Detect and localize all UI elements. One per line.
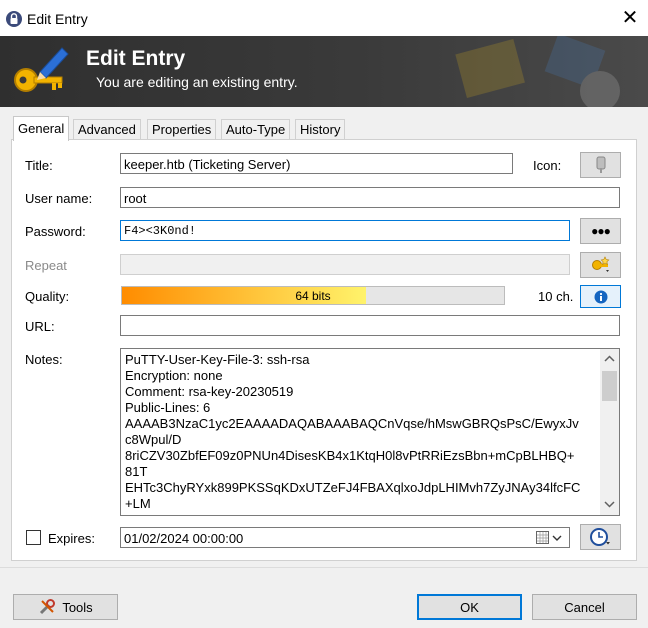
header-banner: Edit Entry You are editing an existing e… (0, 36, 648, 107)
notes-line: +LM (125, 496, 151, 511)
close-button[interactable]: ✕ (616, 4, 644, 32)
clock-icon (589, 528, 610, 546)
notes-line: PuTTY-User-Key-File-3: ssh-rsa (125, 352, 310, 367)
password-label: Password: (25, 224, 86, 239)
url-label: URL: (25, 319, 55, 334)
cancel-label: Cancel (564, 599, 605, 615)
password-field[interactable]: F4><3K0nd! (120, 220, 570, 241)
window-title: Edit Entry (27, 11, 88, 27)
entry-key-icon (596, 156, 605, 173)
banner-heading: Edit Entry (86, 47, 186, 70)
icon-picker-button[interactable] (580, 152, 621, 178)
repeat-label: Repeat (25, 258, 67, 273)
notes-line: c8Wpul/D (125, 432, 182, 447)
edit-key-icon (14, 47, 69, 92)
dots-icon: ●●● (591, 224, 611, 238)
calendar-dropdown-icon[interactable] (536, 531, 564, 545)
expiry-presets-button[interactable] (580, 524, 621, 550)
tab-history[interactable]: History (295, 119, 346, 140)
notes-label: Notes: (25, 352, 63, 367)
notes-line: 8riCZV30ZbfEF09z0PNUn4DisesKB4x1KtqH0l8v… (125, 448, 575, 463)
notes-scrollbar[interactable] (600, 349, 619, 515)
username-label: User name: (25, 191, 93, 206)
footer-separator (0, 567, 648, 568)
ok-button[interactable]: OK (417, 594, 522, 620)
title-label: Title: (25, 158, 53, 173)
password-generator-button[interactable] (580, 252, 621, 278)
notes-textarea[interactable]: PuTTY-User-Key-File-3: ssh-rsa Encryptio… (120, 348, 620, 516)
ok-label: OK (460, 599, 479, 615)
banner-subheading: You are editing an existing entry. (96, 74, 298, 90)
notes-line: Encryption: none (125, 368, 223, 383)
tools-icon (40, 599, 56, 615)
scrollbar-thumb[interactable] (602, 371, 617, 401)
notes-text: PuTTY-User-Key-File-3: ssh-rsa Encryptio… (125, 352, 597, 512)
notes-line: Comment: rsa-key-20230519 (125, 384, 294, 399)
repeat-password-field (120, 254, 570, 275)
tab-general[interactable]: General (13, 116, 70, 141)
generator-key-icon (591, 256, 609, 272)
tab-auto-type[interactable]: Auto-Type (221, 119, 291, 140)
expires-checkbox[interactable] (26, 530, 41, 545)
tools-label: Tools (62, 599, 93, 615)
banner-watermark-icon (455, 36, 620, 107)
toggle-password-visibility-button[interactable]: ●●● (580, 218, 621, 244)
scroll-up-icon[interactable] (604, 355, 615, 362)
icon-label: Icon: (533, 158, 562, 173)
title-field[interactable]: keeper.htb (Ticketing Server) (120, 153, 513, 174)
notes-line: 81T (125, 464, 148, 479)
expires-label: Expires: (48, 531, 95, 546)
scroll-down-icon[interactable] (604, 501, 615, 508)
expires-value: 01/02/2024 00:00:00 (124, 531, 244, 546)
quality-text: 64 bits (295, 289, 331, 303)
tab-properties[interactable]: Properties (147, 119, 217, 140)
char-count: 10 ch. (538, 289, 574, 304)
tools-button[interactable]: Tools (13, 594, 118, 620)
keepass-lock-icon (6, 11, 22, 27)
tab-advanced[interactable]: Advanced (73, 119, 141, 140)
password-quality-bar: 64 bits (121, 286, 505, 305)
expires-datetime-field[interactable]: 01/02/2024 00:00:00 (120, 527, 570, 548)
username-field[interactable]: root (120, 187, 620, 208)
notes-line: Public-Lines: 6 (125, 400, 211, 415)
notes-line: EHTc3ChyRYxk899PKSSqKDxUTZeFJ4FBAXqlxoJd… (125, 480, 581, 495)
info-icon (594, 290, 607, 303)
notes-line: AAAAB3NzaC1yc2EAAAADAQABAAABAQCnVqse/hMs… (125, 416, 579, 431)
quality-info-button[interactable] (580, 285, 621, 308)
cancel-button[interactable]: Cancel (532, 594, 637, 620)
close-icon: ✕ (621, 7, 639, 29)
quality-label: Quality: (25, 289, 70, 304)
title-bar: Edit Entry ✕ (0, 0, 648, 36)
url-field[interactable] (120, 315, 620, 336)
